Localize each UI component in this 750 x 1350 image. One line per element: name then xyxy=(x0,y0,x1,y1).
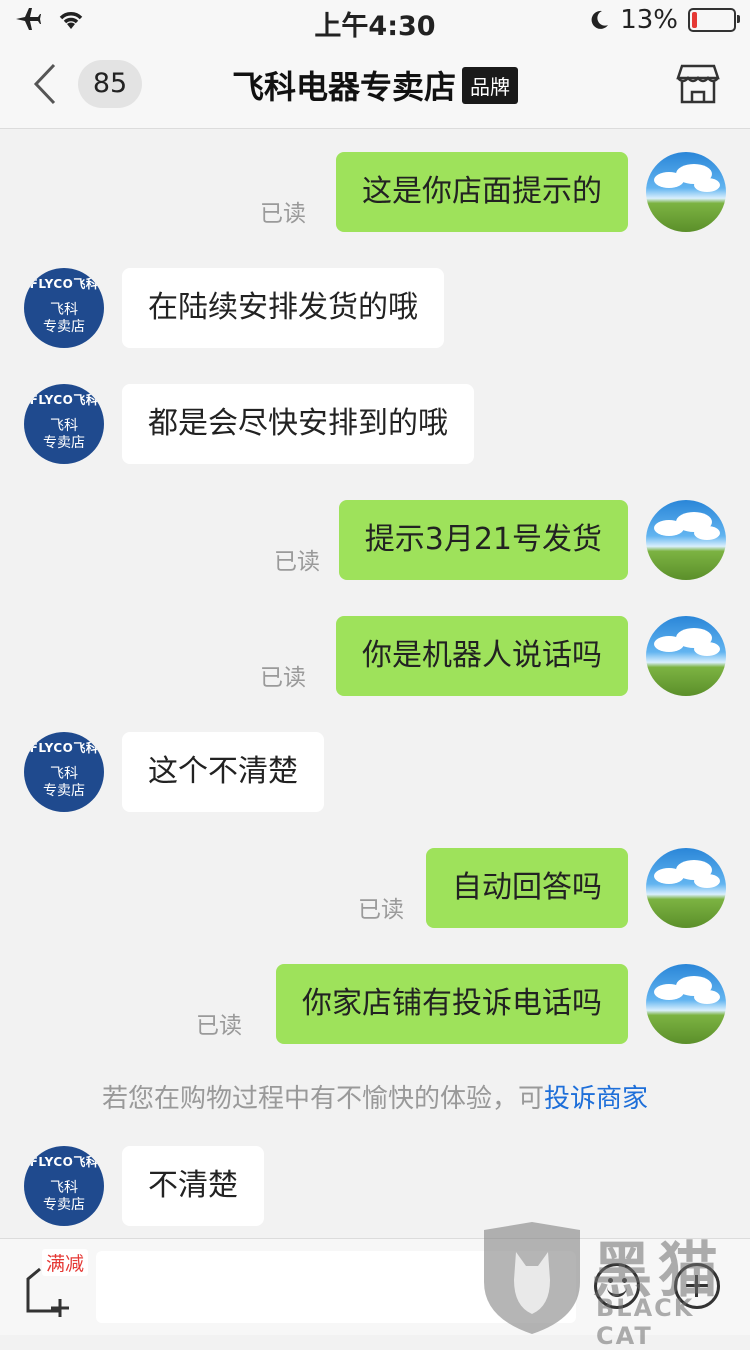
chat-area[interactable]: 已读 这是你店面提示的 FLYCO飞科 飞科 专卖店 在陆续安排发货的哦 FLY… xyxy=(0,128,750,1238)
complaint-link[interactable]: 投诉商家 xyxy=(544,1084,648,1114)
shop-avatar-line2: 专卖店 xyxy=(43,319,85,335)
user-avatar[interactable] xyxy=(646,616,726,696)
message-row: 已读 提示3月21号发货 xyxy=(0,500,750,580)
message-row: FLYCO飞科 飞科 专卖店 在陆续安排发货的哦 xyxy=(0,268,750,348)
promo-tag: 满减 xyxy=(42,1249,89,1276)
read-status: 已读 xyxy=(260,665,306,691)
message-bubble-incoming[interactable]: 在陆续安排发货的哦 xyxy=(122,268,444,348)
message-bubble-outgoing[interactable]: 提示3月21号发货 xyxy=(338,500,628,580)
read-status: 已读 xyxy=(274,549,320,575)
promo-button[interactable]: 满减 xyxy=(20,1249,89,1319)
shop-avatar-line2: 专卖店 xyxy=(43,1197,85,1213)
user-avatar[interactable] xyxy=(646,848,726,928)
user-avatar[interactable] xyxy=(646,964,726,1044)
message-row: 已读 这是你店面提示的 xyxy=(0,152,750,232)
message-row: 已读 自动回答吗 xyxy=(0,848,750,928)
shop-avatar-line1: 飞科 xyxy=(50,418,78,434)
shop-avatar-brand: FLYCO飞科 xyxy=(29,741,99,755)
complaint-notice-text: 若您在购物过程中有不愉快的体验，可 xyxy=(101,1084,544,1114)
message-row: 已读 你家店铺有投诉电话吗 xyxy=(0,964,750,1044)
navigation-bar: 85 飞科电器专卖店 品牌 xyxy=(0,40,750,129)
shop-avatar-line2: 专卖店 xyxy=(43,435,85,451)
shop-avatar-line1: 飞科 xyxy=(50,302,78,318)
shop-name: 飞科电器专卖店 xyxy=(231,68,456,106)
brand-badge: 品牌 xyxy=(462,67,518,104)
shop-avatar[interactable]: FLYCO飞科 飞科 专卖店 xyxy=(24,1146,104,1226)
message-bubble-outgoing[interactable]: 你家店铺有投诉电话吗 xyxy=(276,964,628,1044)
status-bar: 上午4:30 13% xyxy=(0,0,750,42)
shop-avatar-brand: FLYCO飞科 xyxy=(29,277,99,291)
message-bubble-outgoing[interactable]: 自动回答吗 xyxy=(426,848,628,928)
message-row: 已读 你是机器人说话吗 xyxy=(0,616,750,696)
battery-level-fill xyxy=(692,12,697,28)
message-row: FLYCO飞科 飞科 专卖店 不清楚 xyxy=(0,1146,750,1226)
do-not-disturb-moon-icon xyxy=(591,10,609,29)
message-bubble-outgoing[interactable]: 这是你店面提示的 xyxy=(336,152,628,232)
battery-icon xyxy=(688,8,740,32)
store-icon xyxy=(676,64,720,104)
battery-percentage: 13% xyxy=(620,5,678,35)
shop-avatar[interactable]: FLYCO飞科 飞科 专卖店 xyxy=(24,268,104,348)
message-bubble-incoming[interactable]: 这个不清楚 xyxy=(122,732,324,812)
shop-avatar-brand: FLYCO飞科 xyxy=(29,1155,99,1169)
black-cat-logo-icon xyxy=(484,1222,580,1334)
shop-avatar-line1: 飞科 xyxy=(50,1180,78,1196)
watermark-subtitle: BLACK CAT xyxy=(596,1294,695,1350)
message-bubble-outgoing[interactable]: 你是机器人说话吗 xyxy=(336,616,628,696)
shop-avatar[interactable]: FLYCO飞科 飞科 专卖店 xyxy=(24,732,104,812)
message-row: FLYCO飞科 飞科 专卖店 这个不清楚 xyxy=(0,732,750,812)
message-bubble-incoming[interactable]: 都是会尽快安排到的哦 xyxy=(122,384,474,464)
page-title: 飞科电器专卖店 品牌 xyxy=(0,62,750,108)
read-status: 已读 xyxy=(196,1013,242,1039)
message-row: FLYCO飞科 飞科 专卖店 都是会尽快安排到的哦 xyxy=(0,384,750,464)
read-status: 已读 xyxy=(260,201,306,227)
shop-avatar-brand: FLYCO飞科 xyxy=(29,393,99,407)
store-button[interactable] xyxy=(676,62,720,106)
message-bubble-incoming[interactable]: 不清楚 xyxy=(122,1146,264,1226)
user-avatar[interactable] xyxy=(646,152,726,232)
shop-avatar[interactable]: FLYCO飞科 飞科 专卖店 xyxy=(24,384,104,464)
shop-avatar-line2: 专卖店 xyxy=(43,783,85,799)
read-status: 已读 xyxy=(358,897,404,923)
complaint-notice: 若您在购物过程中有不愉快的体验，可投诉商家 xyxy=(0,1078,750,1115)
user-avatar[interactable] xyxy=(646,500,726,580)
watermark: 黑猫 BLACK CAT xyxy=(480,1222,750,1350)
shop-avatar-line1: 飞科 xyxy=(50,766,78,782)
